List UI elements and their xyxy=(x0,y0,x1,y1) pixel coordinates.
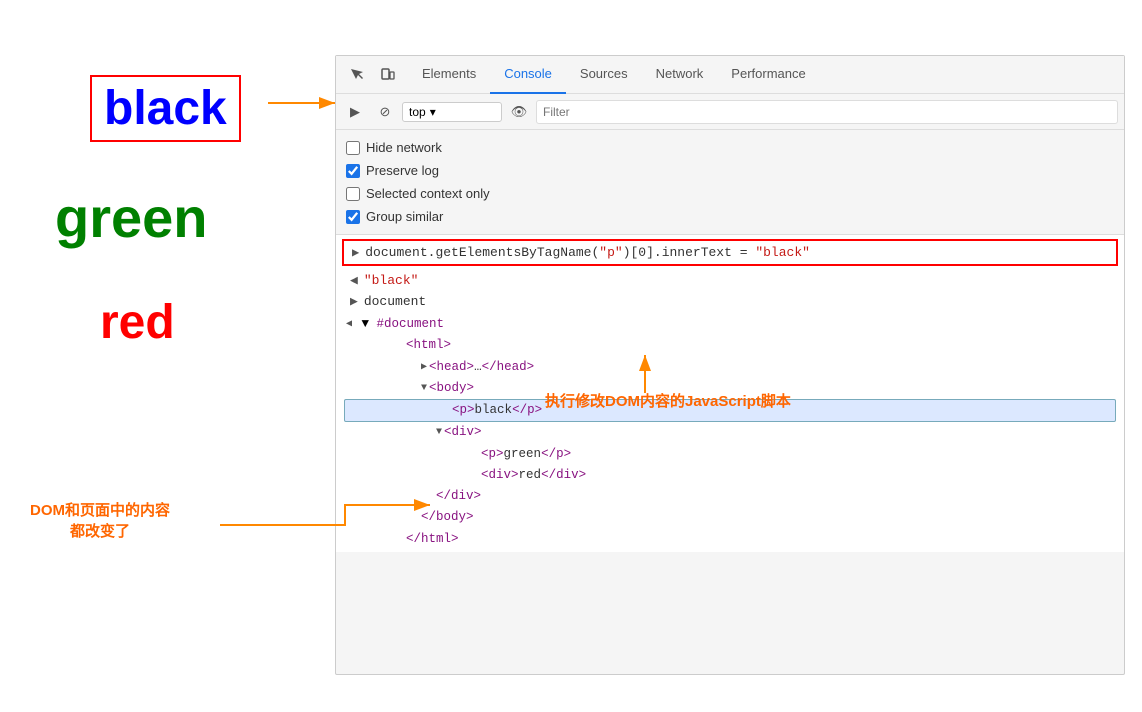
dom-div-open: ▼ <div> xyxy=(344,422,1116,443)
tab-performance[interactable]: Performance xyxy=(717,56,819,94)
devtools-panel: Elements Console Sources Network Perform… xyxy=(335,55,1125,675)
annotation-js: 执行修改DOM内容的JavaScript脚本 xyxy=(545,390,791,411)
dom-hash-document: ◀ ▼ #document xyxy=(344,314,1116,335)
context-selector[interactable]: top ▾ xyxy=(402,102,502,122)
play-icon[interactable]: ▶ xyxy=(342,99,368,125)
tab-sources[interactable]: Sources xyxy=(566,56,642,94)
tab-bar: Elements Console Sources Network Perform… xyxy=(336,56,1124,94)
group-similar-row: Group similar xyxy=(346,205,1114,228)
dom-html-close: </html> xyxy=(344,529,1116,550)
block-icon[interactable]: ⊘ xyxy=(372,99,398,125)
dom-head: ▶ <head>…</head> xyxy=(344,357,1116,378)
inspect-icon[interactable] xyxy=(344,62,370,88)
dom-p-green: <p>green</p> xyxy=(344,444,1116,465)
tab-elements[interactable]: Elements xyxy=(408,56,490,94)
dom-body-close: </body> xyxy=(344,507,1116,528)
word-green: green xyxy=(55,185,208,250)
document-line: ▶ document xyxy=(336,291,1124,312)
result-value: "black" xyxy=(364,273,419,288)
result-line: ◀ "black" xyxy=(336,270,1124,291)
filter-input[interactable] xyxy=(536,100,1118,124)
tab-network[interactable]: Network xyxy=(642,56,718,94)
group-similar-checkbox[interactable] xyxy=(346,210,360,224)
annotation-dom: DOM和页面中的内容都改变了 xyxy=(30,500,170,542)
dom-div-close: </div> xyxy=(344,486,1116,507)
page-content: black green red DOM和页面中的内容都改变了 xyxy=(0,0,330,712)
cmd-text: document.getElementsByTagName("p")[0].in… xyxy=(365,245,810,260)
dom-html: <html> xyxy=(344,335,1116,356)
console-toolbar: ▶ ⊘ top ▾ 👁 xyxy=(336,94,1124,130)
word-red: red xyxy=(100,295,175,350)
hide-network-row: Hide network xyxy=(346,136,1114,159)
eye-icon[interactable]: 👁 xyxy=(506,99,532,125)
cmd-arrow: ▶ xyxy=(352,245,359,260)
tab-icon-group xyxy=(344,62,400,88)
preserve-log-row: Preserve log xyxy=(346,159,1114,182)
tab-console[interactable]: Console xyxy=(490,56,566,94)
preserve-log-checkbox[interactable] xyxy=(346,164,360,178)
chevron-down-icon: ▾ xyxy=(430,105,436,119)
device-icon[interactable] xyxy=(374,62,400,88)
selected-context-checkbox[interactable] xyxy=(346,187,360,201)
dom-div-red: <div>red</div> xyxy=(344,465,1116,486)
word-black: black xyxy=(90,75,241,142)
hide-network-checkbox[interactable] xyxy=(346,141,360,155)
command-line[interactable]: ▶ document.getElementsByTagName("p")[0].… xyxy=(342,239,1118,266)
result-arrow: ◀ xyxy=(350,273,358,288)
dom-tree: ◀ ▼ #document <html> ▶ <head>…</head> ▼ … xyxy=(336,312,1124,552)
console-settings-panel: Hide network Preserve log Selected conte… xyxy=(336,130,1124,235)
selected-context-row: Selected context only xyxy=(346,182,1114,205)
expand-arrow-doc: ▶ xyxy=(350,294,358,309)
